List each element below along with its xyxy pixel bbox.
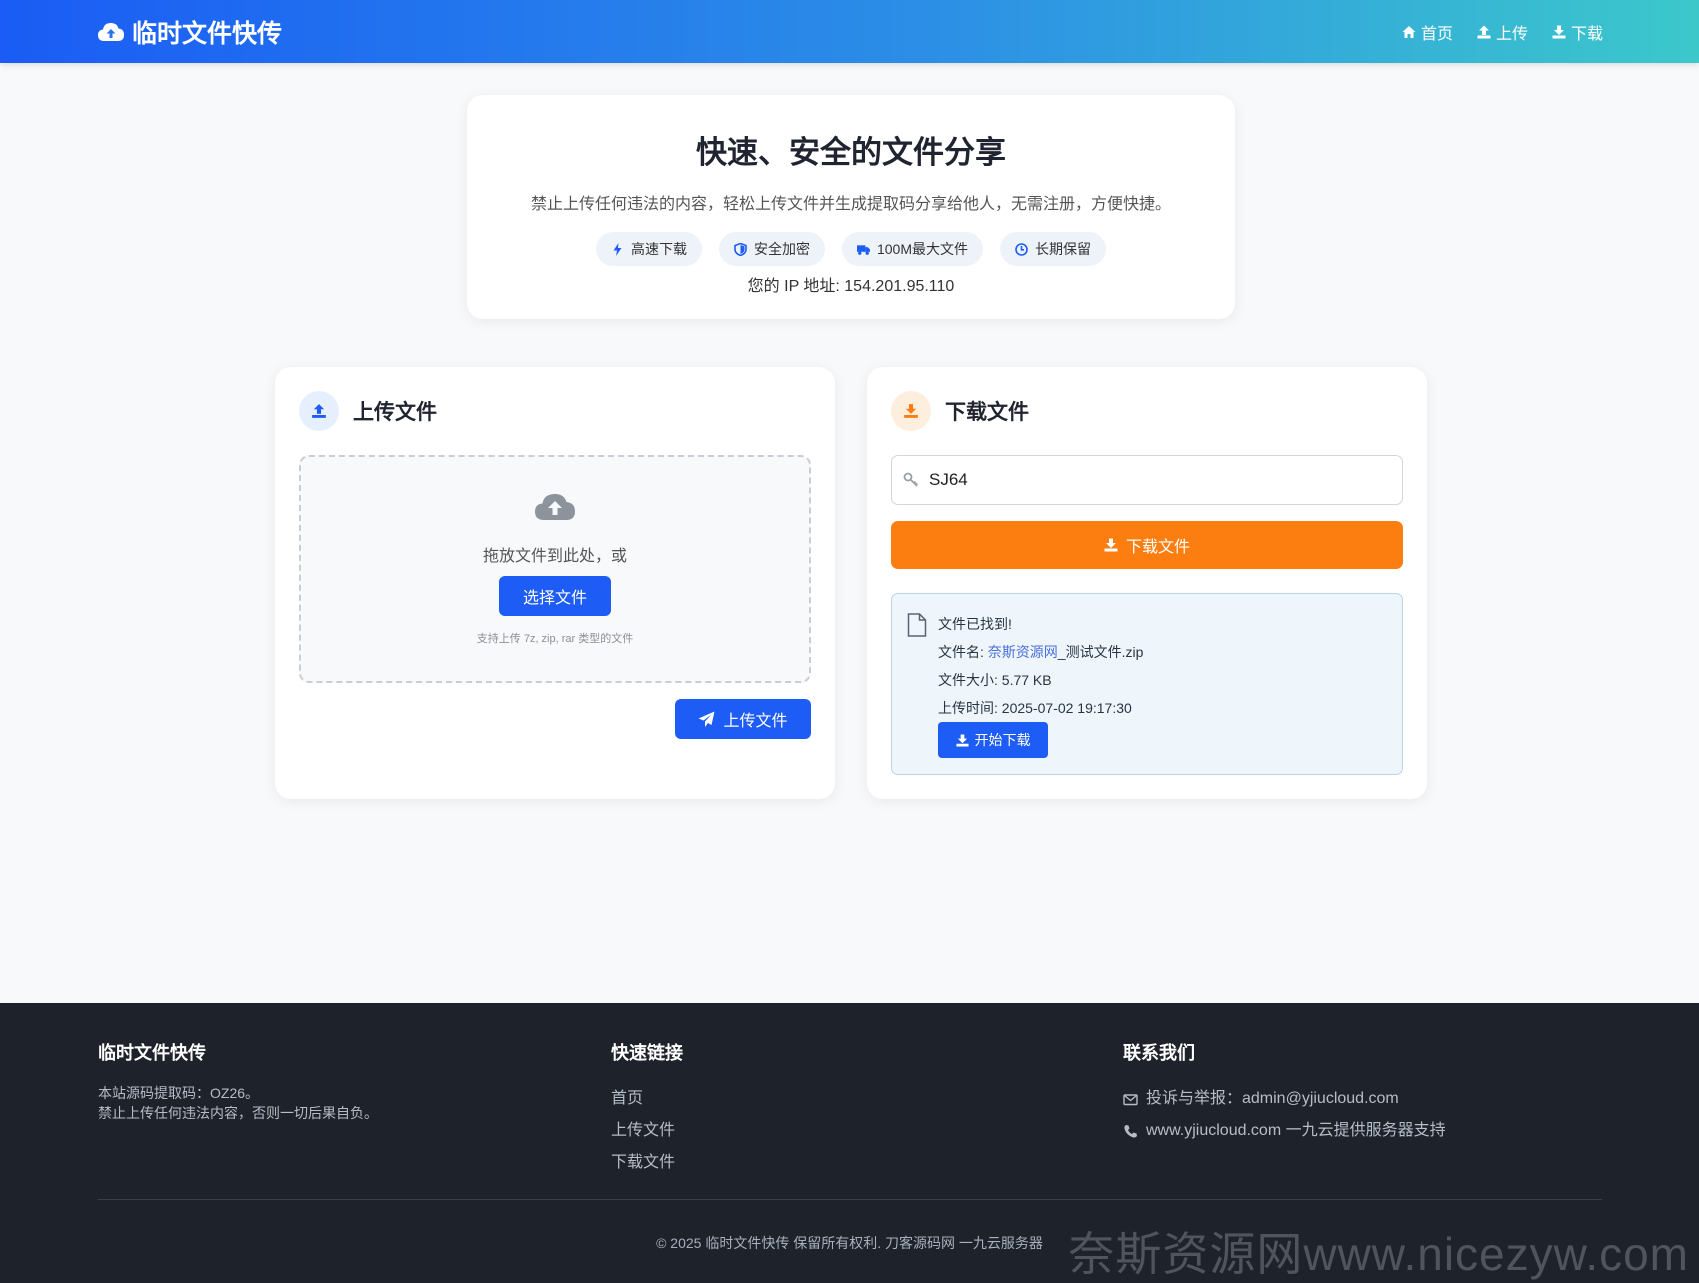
extraction-code-field[interactable] — [891, 455, 1403, 505]
top-navbar: 临时文件快传 首页 上传 下载 — [0, 0, 1699, 63]
file-name-link[interactable]: 奈斯资源网 — [988, 644, 1058, 660]
truck-icon — [856, 244, 870, 255]
download-icon — [955, 733, 969, 747]
nav-home[interactable]: 首页 — [1402, 20, 1453, 44]
feature-max-size: 100M最大文件 — [841, 232, 984, 266]
file-type-hint: 支持上传 7z, zip, rar 类型的文件 — [476, 633, 634, 645]
main-nav: 首页 上传 下载 — [1402, 20, 1603, 44]
ip-address: 您的 IP 地址: 154.201.95.110 — [747, 278, 955, 295]
hero-title: 快速、安全的文件分享 — [696, 135, 1006, 170]
bolt-icon — [613, 242, 622, 256]
footer-link-home[interactable]: 首页 — [611, 1083, 683, 1115]
shield-icon — [734, 242, 747, 256]
footer-contact-title: 联系我们 — [1123, 1043, 1195, 1063]
paper-plane-icon — [698, 711, 715, 727]
upload-card: 上传文件 拖放文件到此处，或 选择文件 支持上传 7z, zip, rar 类型… — [275, 367, 835, 799]
footer-contact: 联系我们 投诉与举报：admin@yjiucloud.com www.yjiuc… — [1123, 1039, 1446, 1147]
nav-download[interactable]: 下载 — [1552, 20, 1603, 44]
brand-logo[interactable]: 临时文件快传 — [98, 16, 282, 48]
upload-time: 上传时间: 2025-07-02 19:17:30 — [938, 700, 1132, 716]
hero-subtitle: 禁止上传任何违法的内容，轻松上传文件并生成提取码分享给他人，无需注册，方便快捷。 — [530, 196, 1171, 213]
brand-name: 临时文件快传 — [132, 20, 283, 48]
upload-submit-label: 上传文件 — [723, 713, 788, 730]
file-name-prefix: 文件名: — [938, 644, 988, 660]
envelope-icon — [1123, 1093, 1138, 1105]
nav-upload[interactable]: 上传 — [1477, 20, 1528, 44]
feature-label: 100M最大文件 — [876, 241, 969, 257]
cloud-upload-icon — [535, 494, 575, 520]
footer-source-code: 本站源码提取码：OZ26。 — [98, 1085, 260, 1101]
footer-quick-links: 快速链接 首页 上传文件 下载文件 — [611, 1039, 683, 1179]
nav-upload-label: 上传 — [1495, 26, 1528, 43]
watermark: 奈斯资源网www.nicezyw.com — [1068, 1228, 1689, 1280]
feature-fast-download: 高速下载 — [595, 232, 702, 266]
file-details: 文件已找到! 文件名: 奈斯资源网_测试文件.zip 文件大小: 5.77 KB… — [938, 610, 1143, 722]
feature-encryption: 安全加密 — [718, 232, 825, 266]
extraction-code-input[interactable] — [929, 460, 1389, 500]
home-icon — [1402, 26, 1416, 38]
feature-list: 高速下载 安全加密 100M最大文件 长期保留 — [467, 232, 1235, 266]
footer-about-title: 临时文件快传 — [98, 1043, 206, 1063]
download-file-button[interactable]: 下载文件 — [891, 521, 1403, 569]
contact-site[interactable]: www.yjiucloud.com 一九云提供服务器支持 — [1123, 1115, 1446, 1147]
footer-about: 临时文件快传 本站源码提取码：OZ26。 禁止上传任何违法内容，否则一切后果自负… — [98, 1039, 378, 1123]
feature-label: 安全加密 — [753, 241, 810, 257]
upload-submit-button[interactable]: 上传文件 — [675, 699, 811, 739]
start-download-label: 开始下载 — [974, 732, 1031, 748]
contact-email[interactable]: 投诉与举报：admin@yjiucloud.com — [1123, 1083, 1446, 1115]
footer-link-upload[interactable]: 上传文件 — [611, 1115, 683, 1147]
footer-disclaimer: 禁止上传任何违法内容，否则一切后果自负。 — [98, 1105, 378, 1121]
download-card-title: 下载文件 — [945, 401, 1029, 424]
download-file-label: 下载文件 — [1125, 539, 1190, 556]
hero-card: 快速、安全的文件分享 禁止上传任何违法的内容，轻松上传文件并生成提取码分享给他人… — [467, 95, 1235, 319]
file-dropzone[interactable]: 拖放文件到此处，或 选择文件 支持上传 7z, zip, rar 类型的文件 — [299, 455, 811, 683]
footer-links-title: 快速链接 — [611, 1043, 683, 1063]
key-icon — [903, 472, 918, 487]
dropzone-cloud — [301, 491, 809, 528]
download-card: 下载文件 下载文件 文件已找到! 文件名: 奈斯资源网_测试文件.zip 文件大… — [867, 367, 1427, 799]
download-icon — [1552, 25, 1566, 39]
file-size: 文件大小: 5.77 KB — [938, 672, 1052, 688]
download-icon — [904, 404, 918, 418]
contact-site-text: www.yjiucloud.com 一九云提供服务器支持 — [1146, 1122, 1446, 1139]
upload-card-header: 上传文件 — [299, 391, 437, 431]
footer-link-download[interactable]: 下载文件 — [611, 1147, 683, 1179]
start-download-button[interactable]: 开始下载 — [938, 722, 1048, 758]
footer-divider — [98, 1199, 1602, 1200]
nav-download-label: 下载 — [1570, 26, 1603, 43]
download-badge — [891, 391, 931, 431]
upload-icon — [1477, 25, 1491, 39]
phone-icon — [1124, 1124, 1137, 1138]
feature-label: 高速下载 — [630, 241, 687, 257]
upload-badge — [299, 391, 339, 431]
drop-text: 拖放文件到此处，或 — [482, 548, 627, 565]
file-name-line: 文件名: 奈斯资源网_测试文件.zip — [938, 638, 1143, 666]
cloud-upload-icon — [98, 23, 124, 41]
upload-icon — [312, 404, 326, 418]
choose-file-button[interactable]: 选择文件 — [499, 576, 611, 616]
clock-icon — [1015, 242, 1028, 256]
feature-label: 长期保留 — [1035, 241, 1092, 257]
nav-home-label: 首页 — [1420, 26, 1453, 43]
download-card-header: 下载文件 — [891, 391, 1029, 431]
download-icon — [1104, 538, 1118, 552]
feature-long-retention: 长期保留 — [1000, 232, 1107, 266]
file-name-rest: _测试文件.zip — [1057, 644, 1144, 660]
contact-email-text: 投诉与举报：admin@yjiucloud.com — [1146, 1090, 1399, 1107]
file-found-status: 文件已找到! — [938, 616, 1012, 632]
upload-card-title: 上传文件 — [353, 401, 437, 424]
file-icon — [907, 613, 927, 637]
file-result-panel: 文件已找到! 文件名: 奈斯资源网_测试文件.zip 文件大小: 5.77 KB… — [891, 593, 1403, 775]
